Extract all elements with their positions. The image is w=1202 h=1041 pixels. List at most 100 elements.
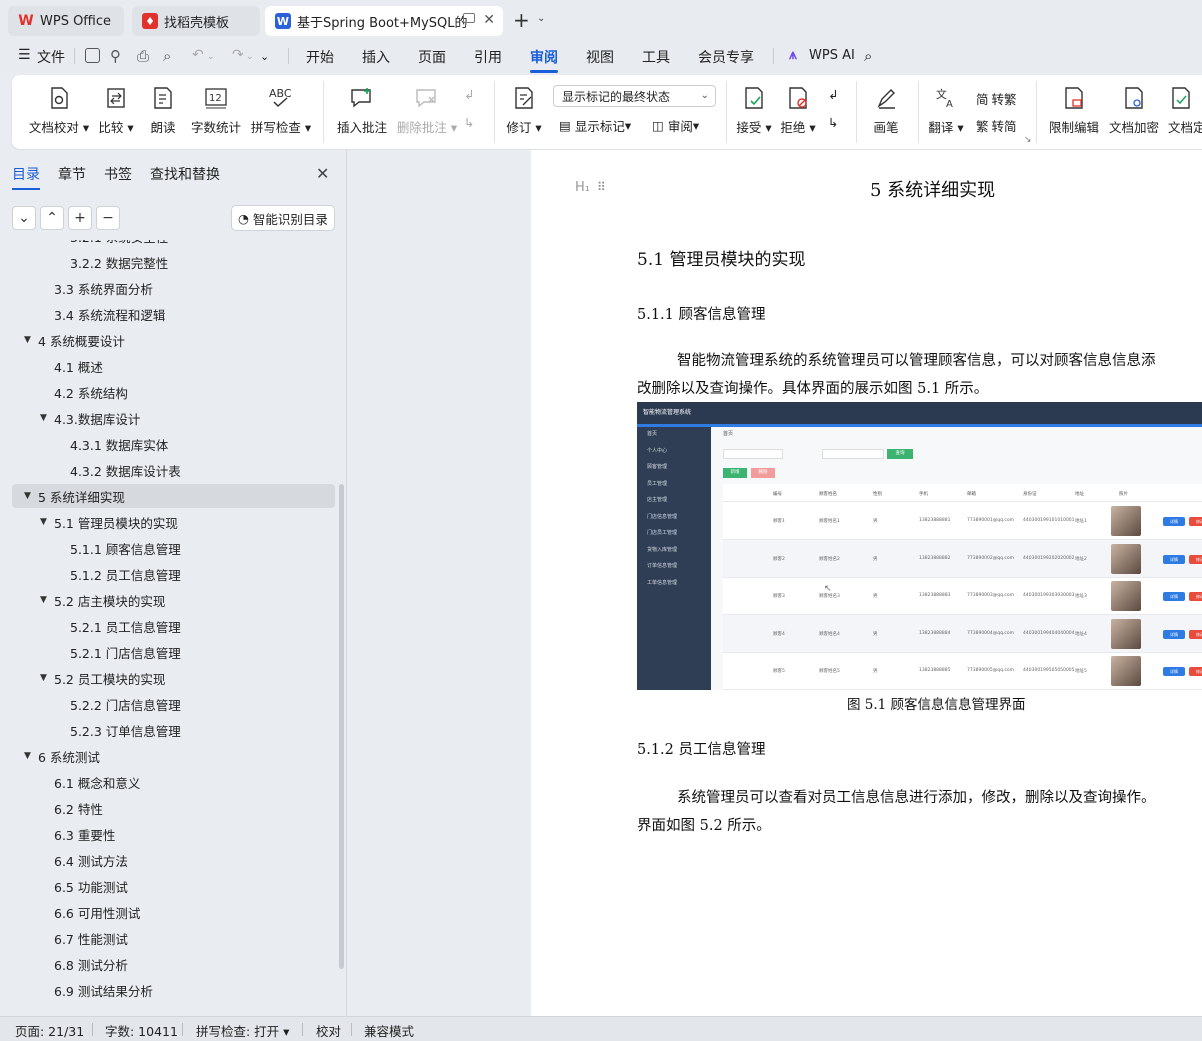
more-chevron-icon[interactable]: ⌄ [260, 50, 269, 63]
dialog-launcher-icon[interactable]: ↘ [1024, 135, 1032, 145]
tab-bookmark[interactable]: 书签 [104, 164, 132, 184]
print-preview-icon[interactable]: ⌕ [163, 47, 171, 65]
toc-item[interactable]: 4.2 系统结构 [12, 380, 335, 404]
toc-item[interactable]: 5.2.2 门店信息管理 [12, 692, 335, 716]
review-pane-button[interactable]: ◫ 审阅 ▾ [652, 116, 699, 135]
toc-item[interactable]: 5.2.1 门店信息管理 [12, 640, 335, 664]
revise-button[interactable]: 修订 ▾ [504, 75, 544, 149]
toc-item[interactable]: 6.7 性能测试 [12, 926, 335, 950]
heading-marker-icon[interactable]: H₁ [575, 180, 590, 195]
prev-comment-icon[interactable]: ↲ [464, 87, 474, 102]
close-tab-icon[interactable]: ✕ [483, 12, 495, 28]
toc-item[interactable]: ▼ 5 系统详细实现 [12, 484, 335, 508]
menu-review[interactable]: 审阅 [530, 47, 558, 73]
toc-item[interactable]: 3.2.2 数据完整性 [12, 250, 335, 274]
toc-item[interactable]: ▼ 4 系统概要设计 [12, 328, 335, 352]
redo-icon[interactable]: ↷ [232, 47, 244, 63]
toc-item[interactable]: 3.4 系统流程和逻辑 [12, 302, 335, 326]
add-heading-button[interactable]: + [68, 206, 92, 230]
scrollbar[interactable] [339, 484, 344, 969]
toc-item[interactable]: 6.8 测试分析 [12, 952, 335, 976]
toc-item[interactable]: 6.1 概念和意义 [12, 770, 335, 794]
page-indicator[interactable]: 页面: 21/31 [15, 1021, 84, 1040]
expand-arrow-icon[interactable]: ▼ [40, 595, 54, 605]
search-icon[interactable]: ⌕ [864, 47, 872, 65]
toc-item[interactable]: ▼ 4.3.数据库设计 [12, 406, 335, 430]
expand-arrow-icon[interactable]: ▼ [24, 335, 38, 345]
tab-wps-office[interactable]: W WPS Office [8, 6, 124, 36]
menu-view[interactable]: 视图 [586, 47, 614, 67]
toc-item[interactable]: 4.3.1 数据库实体 [12, 432, 335, 456]
pen-button[interactable]: 画笔 [868, 75, 904, 149]
tab-chapter[interactable]: 章节 [58, 164, 86, 184]
menu-start[interactable]: 开始 [306, 47, 334, 67]
proofread-status[interactable]: 校对 [316, 1021, 341, 1040]
toc-item[interactable]: 5.1.2 员工信息管理 [12, 562, 335, 586]
toc-item[interactable]: 4.3.2 数据库设计表 [12, 458, 335, 482]
accept-button[interactable]: 接受 ▾ [734, 75, 774, 149]
toc-item[interactable]: ▼ 5.2 店主模块的实现 [12, 588, 335, 612]
tab-find-replace[interactable]: 查找和替换 [150, 164, 220, 184]
compare-button[interactable]: 比较 ▾ [96, 75, 136, 149]
doc-check-button[interactable]: 文档校对 ▾ [26, 75, 92, 149]
reject-button[interactable]: 拒绝 ▾ [778, 75, 818, 149]
redo-dropdown-icon[interactable]: ⌄ [246, 52, 254, 62]
drag-handle-icon[interactable]: ⠿ [597, 180, 606, 194]
toc-item[interactable]: ▼ 5.1 管理员模块的实现 [12, 510, 335, 534]
translate-button[interactable]: 文A 翻译 ▾ [926, 75, 966, 149]
next-change-icon[interactable]: ↳ [828, 115, 838, 130]
monitor-icon[interactable] [463, 13, 475, 23]
toc-item[interactable]: 3.3 系统界面分析 [12, 276, 335, 300]
word-count-indicator[interactable]: 字数: 10411 [105, 1021, 178, 1040]
hamburger-icon[interactable]: ☰ [18, 47, 31, 63]
remove-heading-button[interactable]: − [96, 206, 120, 230]
save-icon[interactable] [85, 48, 100, 63]
to-simplified-button[interactable]: 繁转简 [976, 116, 1017, 135]
toc-item[interactable]: 3.2.1 系统安全性 [12, 240, 335, 248]
menu-insert[interactable]: 插入 [362, 47, 390, 67]
word-count-button[interactable]: 12 字数统计 [190, 75, 242, 149]
encrypt-button[interactable]: 文档加密 [1108, 75, 1160, 149]
menu-tools[interactable]: 工具 [642, 47, 670, 67]
document-page[interactable]: H₁ ⠿ 5 系统详细实现 5.1 管理员模块的实现 5.1.1 顾客信息管理 … [531, 150, 1202, 1016]
collapse-up-button[interactable]: ⌃ [40, 206, 64, 230]
next-comment-icon[interactable]: ↳ [464, 115, 474, 130]
toc-item[interactable]: 6.6 可用性测试 [12, 900, 335, 924]
share-icon[interactable]: ⚲ [110, 47, 121, 65]
menu-page[interactable]: 页面 [418, 47, 446, 67]
print-icon[interactable]: ⎙ [137, 47, 149, 65]
undo-icon[interactable]: ↶ [192, 47, 204, 63]
toc-item[interactable]: 6.5 功能测试 [12, 874, 335, 898]
read-aloud-button[interactable]: 朗读 [146, 75, 180, 149]
tab-toc[interactable]: 目录 [12, 164, 40, 190]
expand-arrow-icon[interactable]: ▼ [40, 517, 54, 527]
menu-reference[interactable]: 引用 [474, 47, 502, 67]
insert-comment-button[interactable]: 插入批注 [334, 75, 390, 149]
menu-wps-ai[interactable]: WPS AI [809, 48, 855, 63]
prev-change-icon[interactable]: ↲ [828, 87, 838, 102]
chevron-down-icon[interactable]: ⌄ [537, 13, 545, 24]
expand-arrow-icon[interactable]: ▼ [40, 413, 54, 423]
tab-template[interactable]: ♦ 找稻壳模板 [132, 6, 260, 36]
toc-item[interactable]: 6.3 重要性 [12, 822, 335, 846]
spell-check-status[interactable]: 拼写检查: 打开 ▾ [196, 1021, 289, 1040]
markup-mode-select[interactable]: 显示标记的最终状态 ⌄ [553, 85, 716, 107]
expand-arrow-icon[interactable]: ▼ [24, 751, 38, 761]
delete-comment-button[interactable]: 删除批注 ▾ [396, 75, 458, 149]
to-traditional-button[interactable]: 简转繁 [976, 89, 1017, 108]
expand-arrow-icon[interactable]: ▼ [40, 673, 54, 683]
toc-item[interactable]: 6.4 测试方法 [12, 848, 335, 872]
tab-document[interactable]: W 基于Spring Boot+MySQL的 ✕ [265, 6, 503, 36]
toc-item[interactable]: ▼ 6 系统测试 [12, 744, 335, 768]
smart-toc-button[interactable]: ◔ 智能识别目录 [231, 205, 335, 231]
toc-item[interactable]: 5.2.1 员工信息管理 [12, 614, 335, 638]
toc-item[interactable]: 6.2 特性 [12, 796, 335, 820]
toc-item[interactable]: 5.1.1 顾客信息管理 [12, 536, 335, 560]
finalize-button[interactable]: 文档定 [1168, 75, 1202, 149]
expand-arrow-icon[interactable]: ▼ [24, 491, 38, 501]
toc-item[interactable]: 5.2.3 订单信息管理 [12, 718, 335, 742]
close-icon[interactable]: ✕ [316, 164, 329, 183]
undo-dropdown-icon[interactable]: ⌄ [207, 52, 215, 62]
spell-check-button[interactable]: ABC 拼写检查 ▾ [250, 75, 312, 149]
menu-file[interactable]: 文件 [37, 47, 65, 67]
